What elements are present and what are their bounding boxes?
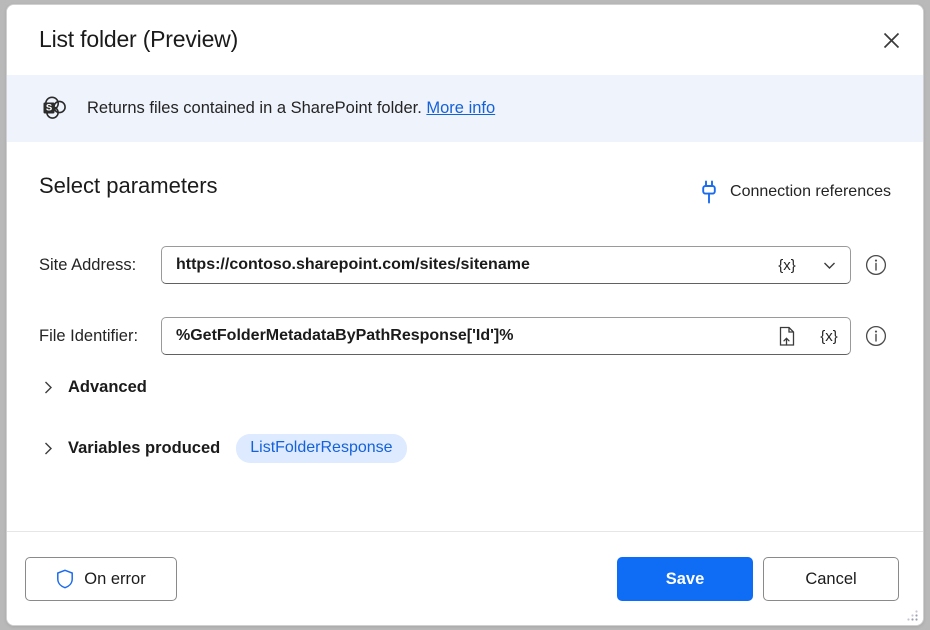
- save-button[interactable]: Save: [617, 557, 753, 601]
- chevron-down-icon: [822, 258, 837, 273]
- connection-references-label: Connection references: [730, 183, 891, 201]
- site-address-value: https://contoso.sharepoint.com/sites/sit…: [162, 256, 766, 274]
- site-address-info-icon[interactable]: [865, 254, 887, 276]
- shield-icon: [56, 569, 74, 589]
- site-address-input[interactable]: https://contoso.sharepoint.com/sites/sit…: [161, 246, 851, 284]
- sharepoint-icon: S: [39, 94, 69, 124]
- banner-description: Returns files contained in a SharePoint …: [87, 99, 422, 117]
- more-info-link[interactable]: More info: [426, 99, 495, 117]
- file-upload-icon: [777, 326, 797, 347]
- variables-produced-label: Variables produced: [68, 439, 220, 458]
- file-identifier-variable-button[interactable]: {x}: [808, 318, 850, 354]
- site-address-variable-button[interactable]: {x}: [766, 247, 808, 283]
- banner-text: Returns files contained in a SharePoint …: [87, 99, 495, 118]
- chevron-right-icon: [39, 380, 57, 395]
- on-error-label: On error: [84, 570, 145, 589]
- svg-text:S: S: [46, 102, 52, 113]
- file-identifier-label: File Identifier:: [39, 327, 161, 346]
- file-identifier-info-icon[interactable]: [865, 325, 887, 347]
- chevron-right-icon: [39, 441, 57, 456]
- dialog-titlebar: List folder (Preview): [7, 5, 923, 75]
- file-identifier-file-picker-button[interactable]: [766, 318, 808, 354]
- dialog-title: List folder (Preview): [39, 26, 238, 53]
- site-address-label: Site Address:: [39, 256, 161, 275]
- file-identifier-input[interactable]: %GetFolderMetadataByPathResponse['Id']% …: [161, 317, 851, 355]
- parameters-body: Select parameters Connection references …: [7, 142, 923, 531]
- resize-grip[interactable]: [905, 608, 919, 622]
- advanced-section-toggle[interactable]: Advanced: [39, 378, 147, 397]
- field-row-file-identifier: File Identifier: %GetFolderMetadataByPat…: [39, 317, 895, 355]
- variable-badge[interactable]: ListFolderResponse: [236, 434, 406, 463]
- variables-produced-section-toggle[interactable]: Variables produced ListFolderResponse: [39, 434, 407, 463]
- field-row-site-address: Site Address: https://contoso.sharepoint…: [39, 246, 895, 284]
- cancel-button[interactable]: Cancel: [763, 557, 899, 601]
- on-error-button[interactable]: On error: [25, 557, 177, 601]
- site-address-dropdown-button[interactable]: [808, 247, 850, 283]
- close-button[interactable]: [871, 22, 911, 58]
- plug-icon: [700, 180, 718, 204]
- close-icon: [883, 32, 900, 49]
- connection-references-button[interactable]: Connection references: [700, 180, 891, 204]
- dialog-window: List folder (Preview) S Returns files co…: [6, 4, 924, 626]
- dialog-footer: On error Save Cancel: [7, 532, 923, 625]
- file-identifier-value: %GetFolderMetadataByPathResponse['Id']%: [162, 327, 766, 345]
- advanced-label: Advanced: [68, 378, 147, 397]
- section-title: Select parameters: [39, 173, 218, 199]
- info-banner: S Returns files contained in a SharePoin…: [7, 75, 923, 142]
